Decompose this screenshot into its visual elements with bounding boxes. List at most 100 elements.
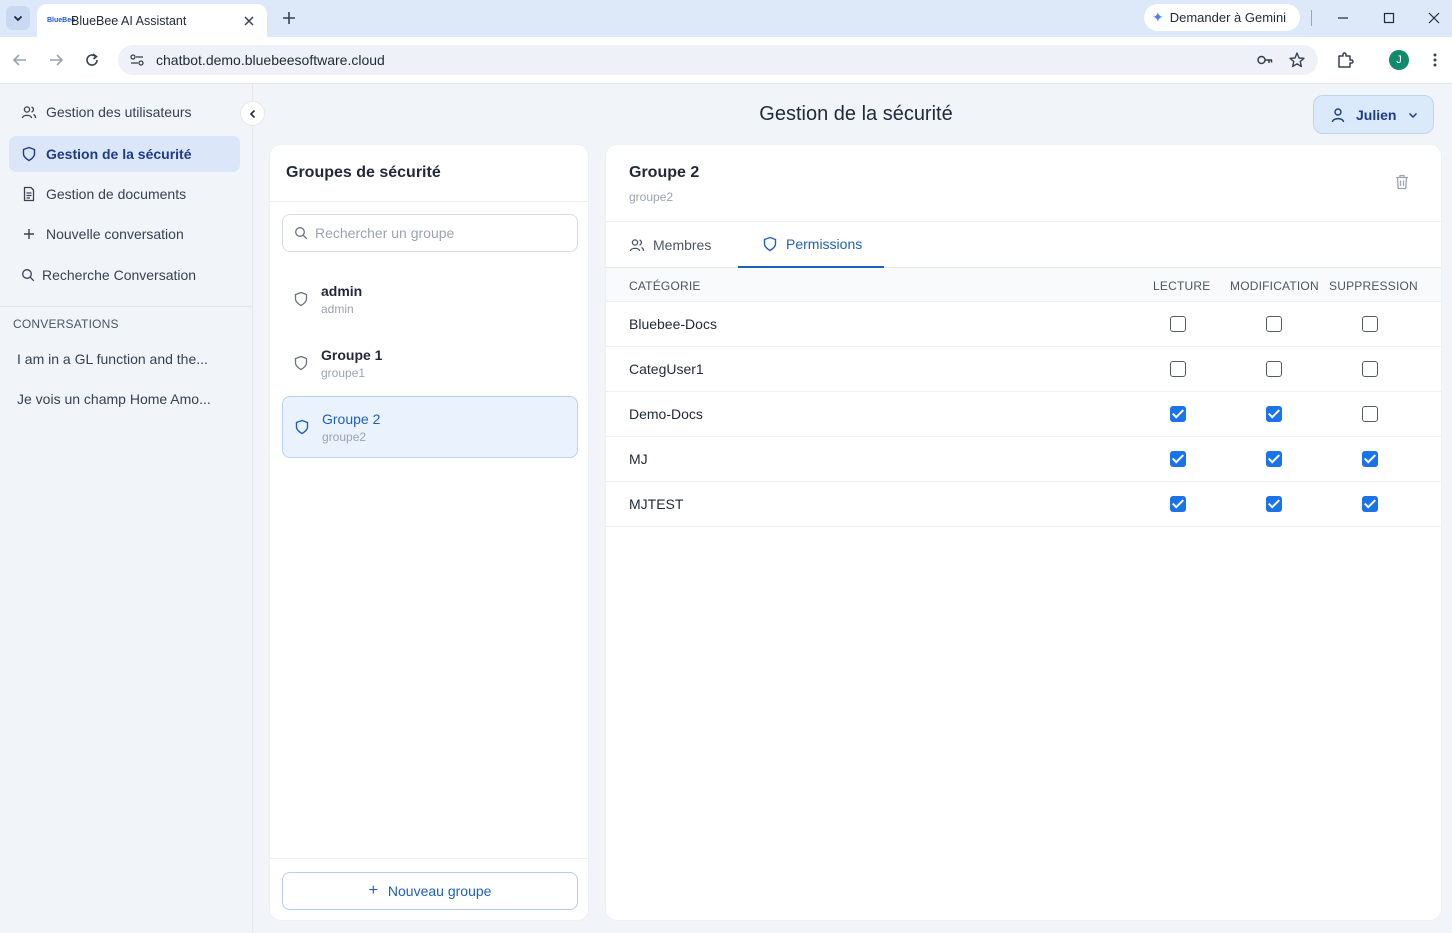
close-window-button[interactable] (1422, 6, 1446, 30)
chevron-down-icon (13, 15, 23, 22)
extensions-button[interactable] (1334, 49, 1356, 71)
sidebar-item-label: Nouvelle conversation (46, 226, 184, 242)
delete-permission-checkbox[interactable] (1362, 496, 1378, 512)
modify-permission-checkbox[interactable] (1266, 496, 1282, 512)
category-name: Demo-Docs (629, 406, 703, 422)
browser-menu-button[interactable] (1425, 49, 1445, 71)
sidebar-item-new-conversation[interactable]: Nouvelle conversation (9, 216, 240, 252)
groups-footer-divider (270, 858, 588, 859)
shield-icon (294, 419, 310, 435)
group-item-admin[interactable]: admin admin (282, 268, 578, 330)
new-tab-button[interactable] (278, 7, 300, 29)
new-group-button[interactable]: + Nouveau groupe (282, 872, 578, 910)
tab-title: BlueBee AI Assistant (71, 13, 187, 28)
trash-icon (1396, 174, 1408, 190)
new-group-label: Nouveau groupe (387, 883, 492, 899)
delete-permission-checkbox[interactable] (1362, 316, 1378, 332)
more-vertical-icon (1433, 53, 1437, 67)
gemini-label: Demander à Gemini (1169, 10, 1287, 25)
chevron-left-icon (249, 109, 255, 118)
shield-icon (21, 146, 37, 162)
browser-toolbar: chatbot.demo.bluebeesoftware.cloud J (0, 37, 1452, 84)
table-row: Bluebee-Docs (606, 302, 1441, 347)
modify-permission-checkbox[interactable] (1266, 361, 1282, 377)
bluebee-favicon-icon: BlueBee (47, 17, 76, 24)
address-bar[interactable]: chatbot.demo.bluebeesoftware.cloud (118, 45, 1318, 75)
column-header-delete: SUPPRESSION (1329, 279, 1418, 293)
sidebar-item-users[interactable]: Gestion des utilisateurs (9, 94, 240, 130)
group-name: Groupe 2 (322, 410, 381, 427)
password-key-icon[interactable] (1254, 49, 1276, 71)
url-text: chatbot.demo.bluebeesoftware.cloud (156, 52, 385, 68)
column-header-modify: MODIFICATION (1230, 279, 1319, 293)
table-row: CategUser1 (606, 347, 1441, 392)
plus-icon (21, 226, 37, 242)
browser-tab[interactable]: BlueBee BlueBee AI Assistant (37, 4, 267, 37)
read-permission-checkbox[interactable] (1170, 451, 1186, 467)
user-icon (1330, 107, 1346, 123)
tab-permissions[interactable]: Permissions (738, 222, 884, 268)
shield-icon (762, 236, 778, 252)
delete-permission-checkbox[interactable] (1362, 451, 1378, 467)
tab-label: Permissions (786, 236, 863, 252)
minimize-button[interactable] (1331, 6, 1355, 30)
group-detail-slug: groupe2 (629, 190, 674, 204)
tab-members[interactable]: Membres (629, 222, 711, 268)
tab-label: Membres (653, 237, 712, 253)
conversation-item[interactable]: Je vois un champ Home Amo... (17, 391, 217, 407)
read-permission-checkbox[interactable] (1170, 361, 1186, 377)
modify-permission-checkbox[interactable] (1266, 406, 1282, 422)
group-item-text: admin admin (321, 283, 362, 316)
conversation-item[interactable]: I am in a GL function and the... (17, 351, 217, 367)
reload-button[interactable] (81, 49, 103, 71)
site-settings-icon[interactable] (128, 51, 146, 69)
table-row: MJ (606, 437, 1441, 482)
group-item-groupe1[interactable]: Groupe 1 groupe1 (282, 332, 578, 394)
arrow-left-icon (12, 54, 26, 66)
delete-group-button[interactable] (1393, 173, 1411, 191)
arrow-right-icon (50, 54, 64, 66)
delete-permission-checkbox[interactable] (1362, 406, 1378, 422)
bookmark-star-icon[interactable] (1286, 49, 1308, 71)
close-tab-icon[interactable] (241, 13, 257, 29)
tab-list-button[interactable] (6, 6, 30, 30)
group-name: Groupe 1 (321, 346, 383, 363)
users-icon (21, 104, 37, 120)
modify-permission-checkbox[interactable] (1266, 451, 1282, 467)
group-item-groupe2[interactable]: Groupe 2 groupe2 (282, 396, 578, 458)
close-icon (1428, 12, 1440, 24)
collapse-sidebar-button[interactable] (240, 101, 265, 126)
maximize-button[interactable] (1377, 6, 1401, 30)
forward-button[interactable] (45, 49, 67, 71)
read-permission-checkbox[interactable] (1170, 316, 1186, 332)
modify-permission-checkbox[interactable] (1266, 316, 1282, 332)
reload-icon (86, 53, 98, 66)
plus-icon (283, 12, 295, 24)
document-icon (21, 186, 37, 202)
sidebar-item-search-conversation[interactable]: Recherche Conversation (9, 257, 240, 293)
delete-permission-checkbox[interactable] (1362, 361, 1378, 377)
ask-gemini-button[interactable]: ✦ Demander à Gemini (1144, 4, 1300, 31)
group-detail-panel: Groupe 2 groupe2 Membres Permissions CAT… (605, 144, 1442, 921)
search-icon (294, 226, 308, 240)
category-name: Bluebee-Docs (629, 316, 717, 332)
profile-avatar[interactable]: J (1389, 50, 1409, 70)
column-header-category: CATÉGORIE (629, 279, 701, 293)
maximize-icon (1383, 12, 1395, 24)
back-button[interactable] (9, 49, 31, 71)
gemini-sparkle-icon: ✦ (1152, 9, 1164, 25)
sidebar-item-security[interactable]: Gestion de la sécurité (9, 136, 240, 172)
chevron-down-icon (1408, 110, 1420, 120)
group-search-input[interactable] (315, 225, 577, 241)
sidebar-item-documents[interactable]: Gestion de documents (9, 176, 240, 212)
table-row: MJTEST (606, 482, 1441, 527)
security-groups-panel: Groupes de sécurité admin admin Groupe 1… (269, 144, 589, 921)
user-menu-button[interactable]: Julien (1313, 95, 1434, 134)
conversations-section-title: CONVERSATIONS (13, 317, 119, 331)
groups-header-divider (270, 201, 588, 202)
page-title: Gestion de la sécurité (759, 103, 953, 125)
group-item-text: Groupe 2 groupe2 (322, 411, 380, 444)
read-permission-checkbox[interactable] (1170, 406, 1186, 422)
read-permission-checkbox[interactable] (1170, 496, 1186, 512)
group-search[interactable] (282, 214, 578, 252)
